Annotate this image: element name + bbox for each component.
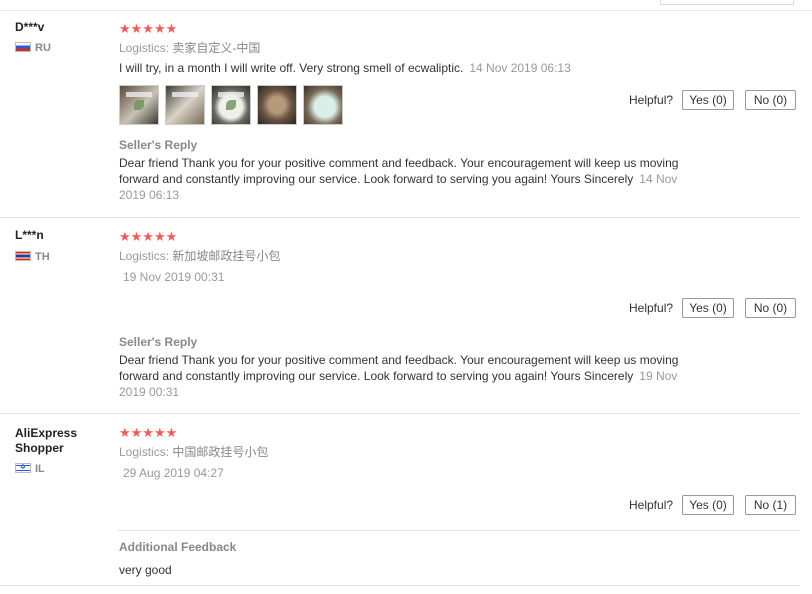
additional-feedback-text: very good: [119, 563, 172, 577]
reviewer-country: IL: [15, 461, 45, 476]
review-comment: I will try, in a month I will write off.…: [119, 61, 571, 76]
helpful-label: Helpful?: [629, 498, 674, 512]
review-date: 19 Nov 2019 00:31: [123, 270, 225, 284]
sort-dropdown[interactable]: [660, 0, 794, 5]
logistics-info: Logistics: 新加坡邮政挂号小包: [119, 249, 280, 263]
star-rating: ★★★★★: [119, 229, 178, 244]
reply-body: Dear friend Thank you for your positive …: [119, 353, 679, 383]
helpful-yes-button[interactable]: Yes (0): [682, 90, 734, 110]
review-item: L***n TH ★★★★★ Logistics: 新加坡邮政挂号小包 19 N…: [0, 217, 800, 414]
seller-reply-text: Dear friend Thank you for your positive …: [119, 155, 679, 203]
helpful-label: Helpful?: [629, 301, 674, 315]
helpful-no-button[interactable]: No (0): [745, 90, 796, 110]
review-photo[interactable]: [165, 85, 205, 125]
flag-ru-icon: [15, 42, 31, 52]
logistics-info: Logistics: 中国邮政挂号小包: [119, 445, 268, 459]
review-photo[interactable]: [119, 85, 159, 125]
flag-il-icon: [15, 461, 31, 474]
review-date: 14 Nov 2019 06:13: [469, 61, 571, 75]
helpful-yes-button[interactable]: Yes (0): [682, 495, 734, 515]
divider: [118, 530, 800, 531]
review-photo[interactable]: [303, 85, 343, 125]
review-item: AliExpress Shopper IL ★★★★★ Logistics: 中…: [0, 413, 800, 586]
helpful-label: Helpful?: [629, 93, 674, 107]
reviewer-country: TH: [15, 251, 50, 264]
country-code: IL: [35, 463, 45, 475]
logistics-value: 中国邮政挂号小包: [172, 445, 269, 459]
reviewer-name: D***v: [15, 20, 45, 34]
comment-text: I will try, in a month I will write off.…: [119, 61, 464, 75]
reply-body: Dear friend Thank you for your positive …: [119, 156, 679, 186]
helpful-no-button[interactable]: No (0): [745, 298, 796, 318]
reviewer-country: RU: [15, 42, 51, 55]
review-item: D***v RU ★★★★★ Logistics: 卖家自定义-中国 I wil…: [0, 10, 800, 218]
helpful-yes-button[interactable]: Yes (0): [682, 298, 734, 318]
seller-reply-title: Seller's Reply: [119, 138, 198, 152]
logistics-label: Logistics:: [119, 249, 170, 263]
logistics-value: 新加坡邮政挂号小包: [172, 249, 281, 263]
country-code: TH: [35, 251, 50, 263]
review-photo[interactable]: [257, 85, 297, 125]
reviewer-name: L***n: [15, 228, 44, 242]
logistics-info: Logistics: 卖家自定义-中国: [119, 41, 260, 55]
logistics-label: Logistics:: [119, 445, 170, 459]
reviewer-name: AliExpress Shopper: [15, 426, 78, 455]
helpful-no-button[interactable]: No (1): [745, 495, 796, 515]
star-rating: ★★★★★: [119, 425, 178, 440]
additional-feedback-title: Additional Feedback: [119, 540, 237, 554]
star-rating: ★★★★★: [119, 21, 178, 36]
flag-th-icon: [15, 251, 31, 261]
review-photo[interactable]: [211, 85, 251, 125]
seller-reply-title: Seller's Reply: [119, 335, 198, 349]
logistics-label: Logistics:: [119, 41, 170, 55]
review-date: 29 Aug 2019 04:27: [123, 466, 224, 480]
logistics-value: 卖家自定义-中国: [172, 41, 261, 55]
seller-reply-text: Dear friend Thank you for your positive …: [119, 352, 679, 400]
country-code: RU: [35, 42, 51, 54]
review-photos: [119, 85, 343, 125]
